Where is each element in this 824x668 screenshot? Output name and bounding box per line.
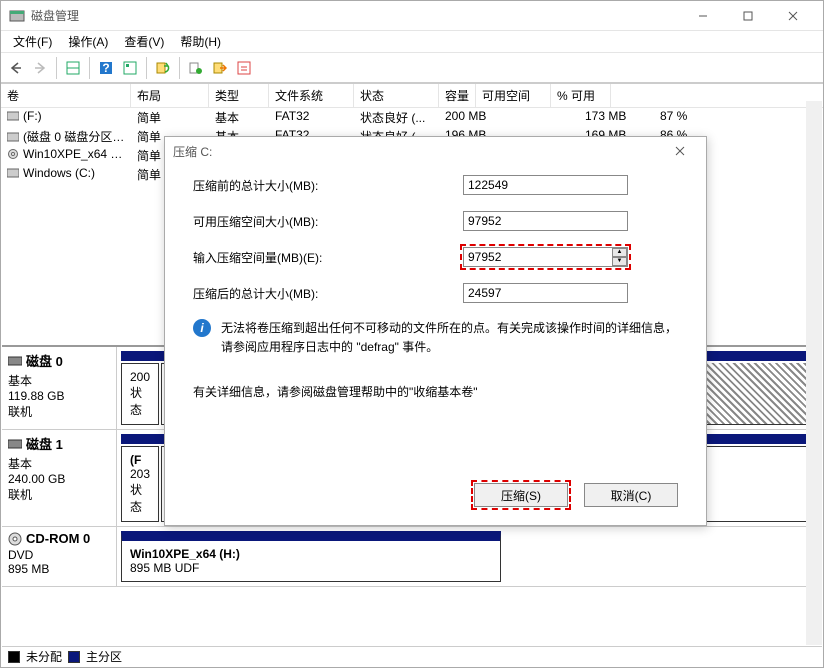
- after-size-label: 压缩后的总计大小(MB):: [193, 285, 463, 302]
- disk-segment[interactable]: 200 状态: [121, 363, 159, 425]
- dialog-close-button[interactable]: [662, 138, 698, 164]
- vertical-scrollbar[interactable]: [806, 101, 822, 645]
- before-size-field: [463, 175, 628, 195]
- before-size-label: 压缩前的总计大小(MB):: [193, 177, 463, 194]
- forward-button[interactable]: [29, 57, 51, 79]
- menu-view[interactable]: 查看(V): [116, 31, 172, 52]
- disk-label[interactable]: 磁盘 0 基本 119.88 GB 联机: [2, 347, 117, 429]
- legend-unallocated-swatch: [8, 651, 20, 663]
- shrink-button[interactable]: 压缩(S): [474, 483, 568, 507]
- col-filesystem[interactable]: 文件系统: [269, 84, 354, 107]
- close-button[interactable]: [770, 1, 815, 30]
- col-capacity[interactable]: 容量: [439, 84, 476, 107]
- refresh-button[interactable]: [152, 57, 174, 79]
- table-row[interactable]: (F:) 简单 基本 FAT32 状态良好 (... 200 MB 173 MB…: [1, 108, 823, 127]
- drive-icon: [7, 111, 19, 121]
- shrink-amount-spinner[interactable]: ▲ ▼: [463, 247, 628, 267]
- menubar: 文件(F) 操作(A) 查看(V) 帮助(H): [1, 31, 823, 53]
- col-pct[interactable]: % 可用: [551, 84, 611, 107]
- disk-segment[interactable]: (F 203 状态: [121, 446, 159, 522]
- back-button[interactable]: [5, 57, 27, 79]
- legend: 未分配 主分区: [2, 646, 822, 666]
- maximize-button[interactable]: [725, 1, 770, 30]
- detach-button[interactable]: [233, 57, 255, 79]
- disk-icon: [8, 355, 22, 367]
- rescan-button[interactable]: [185, 57, 207, 79]
- drive-icon: [7, 132, 19, 142]
- disk-icon: [8, 438, 22, 450]
- disc-icon: [7, 149, 19, 159]
- svg-text:?: ?: [102, 61, 109, 75]
- shrink-amount-label: 输入压缩空间量(MB)(E):: [193, 249, 463, 266]
- window-title: 磁盘管理: [31, 7, 680, 24]
- legend-primary-swatch: [68, 651, 80, 663]
- info-icon: i: [193, 319, 211, 337]
- spin-down-button[interactable]: ▼: [612, 257, 627, 266]
- properties-button[interactable]: [119, 57, 141, 79]
- shrink-dialog: 压缩 C: 压缩前的总计大小(MB): 可用压缩空间大小(MB): 输入压缩空间…: [164, 136, 707, 526]
- disc-icon: [8, 532, 22, 546]
- cancel-button[interactable]: 取消(C): [584, 483, 678, 507]
- col-volume[interactable]: 卷: [1, 84, 131, 107]
- shrink-amount-input[interactable]: [463, 247, 628, 267]
- col-layout[interactable]: 布局: [131, 84, 209, 107]
- disk-segment[interactable]: Win10XPE_x64 (H:) 895 MB UDF: [121, 531, 501, 582]
- toolbar: ?: [1, 53, 823, 83]
- help-button[interactable]: ?: [95, 57, 117, 79]
- col-status[interactable]: 状态: [354, 84, 439, 107]
- panel-button[interactable]: [62, 57, 84, 79]
- spin-up-button[interactable]: ▲: [612, 248, 627, 257]
- legend-primary-label: 主分区: [86, 648, 122, 665]
- menu-help[interactable]: 帮助(H): [172, 31, 229, 52]
- drive-icon: [7, 168, 19, 178]
- available-shrink-field: [463, 211, 628, 231]
- col-type[interactable]: 类型: [209, 84, 269, 107]
- menu-action[interactable]: 操作(A): [60, 31, 116, 52]
- dialog-title: 压缩 C:: [173, 143, 662, 160]
- minimize-button[interactable]: [680, 1, 725, 30]
- attach-button[interactable]: [209, 57, 231, 79]
- window-titlebar: 磁盘管理: [1, 1, 823, 31]
- col-free[interactable]: 可用空间: [476, 84, 551, 107]
- available-shrink-label: 可用压缩空间大小(MB):: [193, 213, 463, 230]
- disk-mgmt-icon: [9, 8, 25, 24]
- info-text-1: 无法将卷压缩到超出任何不可移动的文件所在的点。有关完成该操作时间的详细信息，请参…: [221, 319, 678, 357]
- legend-unallocated-label: 未分配: [26, 648, 62, 665]
- info-text-2: 有关详细信息，请参阅磁盘管理帮助中的"收缩基本卷": [193, 383, 678, 400]
- disk-label[interactable]: CD-ROM 0 DVD 895 MB: [2, 527, 117, 586]
- menu-file[interactable]: 文件(F): [5, 31, 60, 52]
- after-size-field: [463, 283, 628, 303]
- disk-label[interactable]: 磁盘 1 基本 240.00 GB 联机: [2, 430, 117, 526]
